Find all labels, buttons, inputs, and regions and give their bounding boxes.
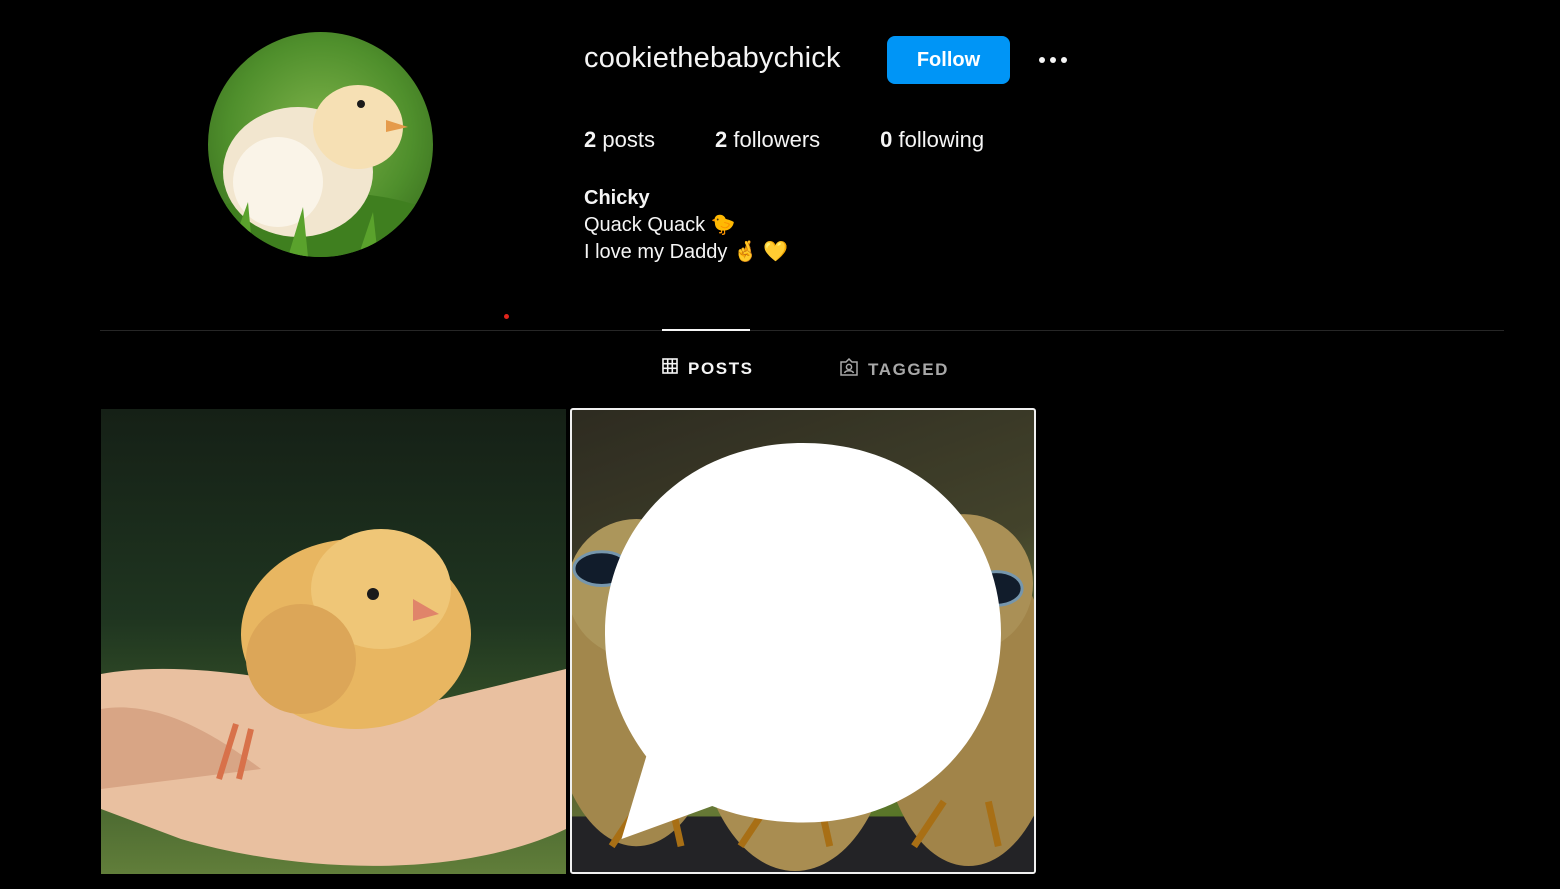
comment-count: 0 — [605, 443, 1001, 839]
stat-following-label: following — [898, 127, 985, 152]
grid-icon — [662, 358, 678, 379]
profile-page: cookiethebabychick Follow 2 posts 2 foll… — [0, 0, 1560, 889]
bio: Chicky Quack Quack 🐤 I love my Daddy 🤞 💛 — [584, 185, 788, 266]
follow-button[interactable]: Follow — [887, 36, 1010, 84]
avatar[interactable] — [208, 32, 433, 257]
bio-line-2: I love my Daddy 🤞 💛 — [584, 241, 789, 263]
post-thumbnail[interactable] — [101, 409, 566, 874]
tab-posts[interactable]: POSTS — [662, 358, 754, 379]
bio-line-1: Quack Quack 🐤 — [584, 214, 736, 236]
more-options-icon[interactable] — [1032, 44, 1074, 76]
stat-posts: 2 posts — [584, 127, 655, 153]
tab-tagged[interactable]: TAGGED — [840, 357, 950, 381]
tab-tagged-label: TAGGED — [868, 359, 950, 379]
full-name: Chicky — [584, 187, 650, 209]
active-tab-indicator — [662, 329, 750, 331]
stat-followers[interactable]: 2 followers — [715, 127, 820, 153]
stat-posts-label: posts — [602, 127, 655, 152]
post-image — [101, 529, 566, 866]
stat-posts-count: 2 — [584, 127, 597, 152]
stat-followers-label: followers — [733, 127, 821, 152]
tabs-divider — [100, 330, 1504, 331]
username: cookiethebabychick — [584, 42, 841, 74]
stat-following[interactable]: 0 following — [880, 127, 984, 153]
post-hover-overlay: 0 — [572, 410, 1034, 872]
stat-following-count: 0 — [880, 127, 893, 152]
post-thumbnail-hovered[interactable]: 0 — [570, 408, 1036, 874]
tagged-icon — [840, 357, 858, 381]
notification-dot — [504, 314, 509, 319]
profile-stats: 2 posts 2 followers 0 following — [584, 127, 1044, 153]
stat-followers-count: 2 — [714, 127, 728, 152]
tab-posts-label: POSTS — [688, 358, 754, 378]
